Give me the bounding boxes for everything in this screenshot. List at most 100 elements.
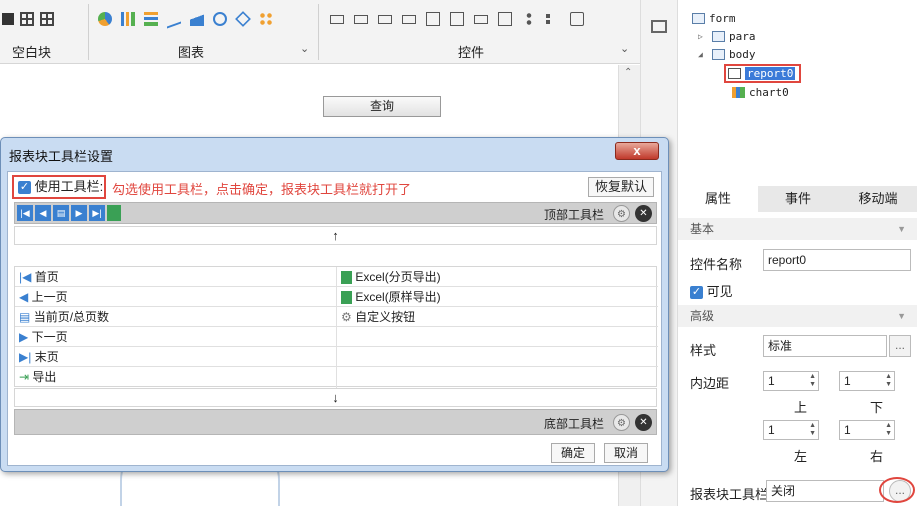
annotation-hint: 勾选使用工具栏，点击确定，报表块工具栏就打开了 (112, 182, 412, 197)
arrow-down-icon[interactable]: ↓ (332, 390, 339, 405)
move-down-row[interactable]: ↓ (14, 388, 657, 407)
spinner-arrows-icon[interactable]: ▲ ▼ (885, 373, 892, 389)
list-item-last-page[interactable]: ▶| 末页 (17, 347, 59, 367)
list-item[interactable]: ⇥ 导出 (15, 367, 658, 387)
calendar-widget-icon[interactable] (450, 12, 464, 26)
top-toolbar-bar[interactable]: |◀ ◀ ▤ ▶ ▶| 顶部工具栏 ⚙ ✕ (14, 202, 657, 224)
style-more-button[interactable]: ... (889, 335, 911, 357)
list-item[interactable]: |◀ 首页 Excel(分页导出) (15, 267, 658, 287)
cancel-button[interactable]: 取消 (604, 443, 648, 463)
padding-top-input[interactable]: 1 ▲ ▼ (763, 371, 819, 391)
spinner-arrows-icon[interactable]: ▲ ▼ (809, 422, 816, 438)
toolbar-items-list: |◀ 首页 Excel(分页导出) ◀ 上一页 Excel(原样导出) ▤ 当前… (14, 266, 658, 388)
padding-bottom-input[interactable]: 1 ▲ ▼ (839, 371, 895, 391)
last-page-icon: ▶| (19, 350, 32, 364)
padding-bottom-caption: 下 (870, 400, 884, 415)
next-page-icon[interactable]: ▶ (71, 205, 87, 221)
radar-chart-icon[interactable] (235, 11, 251, 27)
chevron-up-icon[interactable]: ⌃ (624, 67, 632, 78)
ribbon-divider (88, 4, 89, 60)
group-title: 高级 (690, 309, 715, 323)
list-item-prev-page[interactable]: ◀ 上一页 (17, 287, 68, 307)
close-circle-icon[interactable]: ✕ (635, 205, 652, 222)
arrow-up-icon[interactable]: ↑ (332, 228, 339, 243)
page-count-icon[interactable]: ▤ (53, 205, 69, 221)
area-chart-icon[interactable] (190, 12, 204, 26)
last-page-icon[interactable]: ▶| (89, 205, 105, 221)
excel-export-icon[interactable] (107, 205, 121, 221)
tree-node-chart[interactable]: chart0 (732, 86, 789, 99)
report-toolbar-input[interactable]: 关闭 (766, 480, 884, 502)
list-item-custom-button[interactable]: ⚙ 自定义按钮 (339, 307, 415, 327)
first-page-icon[interactable]: |◀ (17, 205, 33, 221)
group-basic[interactable]: 基本 ▼ (678, 218, 917, 240)
confirm-button[interactable]: 确定 (551, 443, 595, 463)
horizontal-bar-icon[interactable] (144, 12, 158, 26)
button-widget-icon[interactable] (330, 14, 344, 24)
close-button[interactable]: x (615, 142, 659, 160)
pie-chart-icon[interactable] (98, 12, 112, 26)
tree-node-report[interactable]: report0 (724, 64, 802, 83)
list-item[interactable]: ▶| 末页 (15, 347, 658, 367)
move-up-row[interactable]: ↑ (14, 226, 657, 245)
grid-2x2-icon[interactable] (20, 12, 34, 26)
list-item-next-page[interactable]: ▶ 下一页 (17, 327, 68, 347)
list-item[interactable]: ▶ 下一页 (15, 327, 658, 347)
scatter-chart-icon[interactable] (259, 12, 273, 26)
tree-node-para[interactable]: ▷ para (698, 30, 756, 43)
item-label: Excel(分页导出) (355, 270, 441, 284)
tab-properties[interactable]: 属性 (678, 186, 758, 212)
bottom-toolbar-bar[interactable]: 底部工具栏 ⚙ ✕ (14, 409, 657, 435)
textbox-widget-icon[interactable] (378, 14, 392, 24)
number-widget-icon[interactable] (474, 14, 488, 24)
control-name-input[interactable]: report0 (763, 249, 911, 271)
close-circle-icon[interactable]: ✕ (635, 414, 652, 431)
list-item[interactable]: ◀ 上一页 Excel(原样导出) (15, 287, 658, 307)
tab-events[interactable]: 事件 (758, 186, 838, 212)
group-advanced[interactable]: 高级 ▼ (678, 305, 917, 327)
visible-label: 可见 (706, 284, 733, 299)
use-toolbar-checkbox[interactable]: ✓ 使用工具栏: (12, 175, 106, 199)
checkbox-group-icon[interactable] (546, 12, 560, 26)
list-widget-icon[interactable] (498, 12, 512, 26)
collapse-arrow-icon[interactable]: ◢ (698, 50, 708, 59)
gear-icon[interactable]: ⚙ (613, 414, 630, 431)
expand-arrow-icon[interactable]: ▷ (698, 32, 708, 41)
page-count-icon: ▤ (19, 310, 31, 324)
search-widget-icon[interactable] (570, 12, 584, 26)
reset-default-button[interactable]: 恢复默认 (588, 177, 654, 197)
list-item-excel-paged[interactable]: Excel(分页导出) (339, 267, 441, 287)
list-item-export[interactable]: ⇥ 导出 (17, 367, 56, 387)
gear-icon[interactable]: ⚙ (613, 205, 630, 222)
grid-3x3-icon[interactable] (40, 12, 54, 26)
chevron-down-icon[interactable]: ⌄ (620, 42, 629, 55)
bar-chart-icon[interactable] (121, 12, 135, 26)
chevron-down-icon[interactable]: ⌄ (300, 42, 309, 55)
list-item-page-count[interactable]: ▤ 当前页/总页数 (17, 307, 109, 327)
date-widget-icon[interactable] (426, 12, 440, 26)
ribbon-section-widgets: 控件 ⌄ (322, 0, 640, 64)
list-item[interactable]: ▤ 当前页/总页数 ⚙ 自定义按钮 (15, 307, 658, 327)
tab-mobile[interactable]: 移动端 (838, 186, 917, 212)
radio-group-icon[interactable] (522, 12, 536, 26)
gear-icon: ⚙ (341, 310, 352, 324)
query-button[interactable]: 查询 (323, 96, 441, 117)
label-widget-icon[interactable] (354, 14, 368, 24)
dropdown-widget-icon[interactable] (402, 14, 416, 24)
spinner-arrows-icon[interactable]: ▲ ▼ (809, 373, 816, 389)
line-chart-icon[interactable] (167, 9, 181, 29)
spinner-arrows-icon[interactable]: ▲ ▼ (885, 422, 892, 438)
layout-toggle-icon[interactable] (651, 20, 667, 33)
padding-right-input[interactable]: 1 ▲ ▼ (839, 420, 895, 440)
padding-left-input[interactable]: 1 ▲ ▼ (763, 420, 819, 440)
tree-node-body[interactable]: ◢ body (698, 48, 756, 61)
tree-node-form[interactable]: form (692, 12, 736, 25)
gauge-icon[interactable] (213, 12, 227, 26)
style-input[interactable]: 标准 (763, 335, 887, 357)
list-item-first-page[interactable]: |◀ 首页 (17, 267, 59, 287)
list-item-excel-original[interactable]: Excel(原样导出) (339, 287, 441, 307)
collapse-icon: ▼ (897, 311, 906, 321)
prev-page-icon[interactable]: ◀ (35, 205, 51, 221)
blank-block-icon[interactable] (2, 13, 14, 25)
visible-checkbox[interactable]: ✓ 可见 (690, 281, 733, 300)
